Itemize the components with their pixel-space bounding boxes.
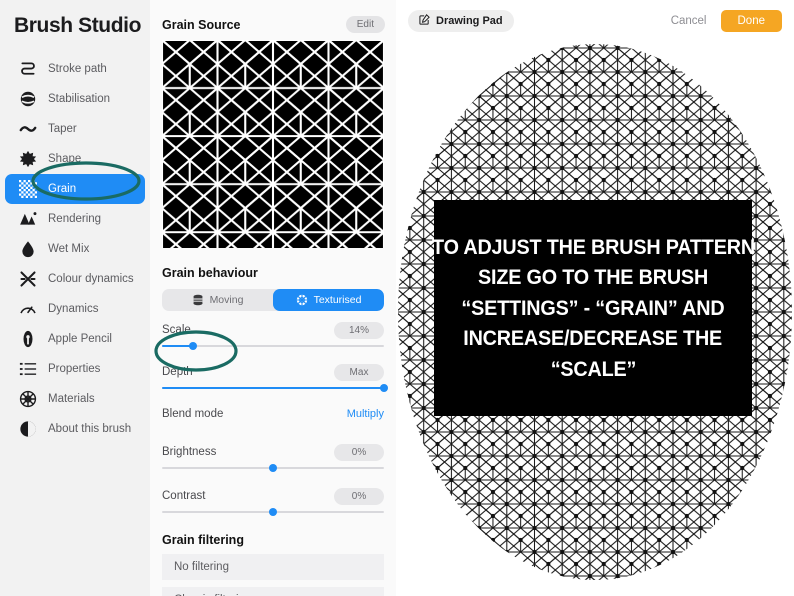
sidebar-item-label: Taper (48, 123, 77, 135)
segment-texturised[interactable]: Texturised (273, 289, 384, 311)
scale-knob[interactable] (189, 342, 198, 350)
depth-track[interactable] (162, 384, 388, 392)
sidebar-item-materials[interactable]: Materials (5, 384, 145, 414)
scale-track[interactable] (162, 342, 384, 350)
grain-behaviour-segmented-control[interactable]: Moving Texturised (162, 289, 384, 311)
sidebar-item-stroke-path[interactable]: Stroke path (5, 54, 145, 84)
segment-texturised-label: Texturised (313, 294, 362, 306)
contrast-track[interactable] (162, 508, 384, 516)
rendering-icon (19, 210, 37, 228)
sidebar-item-label: Grain (48, 183, 77, 195)
sidebar-item-properties[interactable]: Properties (5, 354, 145, 384)
sidebar-item-label: Materials (48, 393, 95, 405)
blend-mode-row[interactable]: Blend mode Multiply (162, 401, 384, 427)
sidebar-item-wet-mix[interactable]: Wet Mix (5, 234, 145, 264)
grain-behaviour-title: Grain behaviour (162, 266, 258, 280)
brightness-label: Brightness (162, 446, 217, 458)
shape-icon (19, 150, 37, 168)
drawing-pad-label: Drawing Pad (436, 15, 503, 27)
grain-source-preview[interactable] (162, 40, 384, 248)
sidebar-item-label: Properties (48, 363, 101, 375)
sidebar-item-label: Colour dynamics (48, 273, 134, 285)
stroke-path-icon (19, 60, 37, 78)
sidebar-item-colour-dynamics[interactable]: Colour dynamics (5, 264, 145, 294)
callout-line: TO ADJUST THE BRUSH PATTERN (431, 234, 755, 259)
filter-option-classic-filtering[interactable]: Classic filtering (162, 587, 384, 596)
sidebar-item-stabilisation[interactable]: Stabilisation (5, 84, 145, 114)
sidebar-item-rendering[interactable]: Rendering (5, 204, 145, 234)
sidebar-item-label: Dynamics (48, 303, 99, 315)
contrast-knob[interactable] (269, 508, 277, 516)
pencil-square-icon (419, 14, 430, 28)
filter-option-no-filtering[interactable]: No filtering (162, 554, 384, 580)
sidebar-item-label: Apple Pencil (48, 333, 112, 345)
scale-label: Scale (162, 324, 191, 336)
sidebar: Brush Studio Stroke path Stabilisation Tap… (0, 0, 150, 596)
brush-studio-window: Brush Studio Stroke path Stabilisation Tap… (0, 0, 794, 596)
moving-icon (192, 294, 204, 306)
drawing-preview-panel: TO ADJUST THE BRUSH PATTERN SIZE GO TO T… (396, 0, 794, 596)
cancel-button[interactable]: Cancel (671, 15, 707, 27)
blend-mode-label: Blend mode (162, 408, 224, 420)
callout-line: “SCALE” (550, 356, 636, 381)
brightness-slider-row[interactable]: Brightness 0% (162, 439, 384, 472)
filter-option-label: No filtering (174, 561, 229, 573)
sidebar-item-label: Stroke path (48, 63, 107, 75)
callout-line: INCREASE/DECREASE THE (463, 326, 723, 351)
stabilisation-icon (19, 90, 37, 108)
scale-slider-row[interactable]: Scale 14% (162, 317, 384, 350)
blend-mode-value[interactable]: Multiply (347, 408, 384, 420)
segment-moving[interactable]: Moving (162, 289, 273, 311)
sidebar-item-about-this-brush[interactable]: About this brush (5, 414, 145, 444)
sidebar-item-label: Shape (48, 153, 82, 165)
edit-button[interactable]: Edit (345, 16, 385, 33)
sidebar-item-label: Stabilisation (48, 93, 111, 105)
depth-value: Max (334, 363, 384, 381)
depth-knob[interactable] (380, 384, 388, 392)
taper-icon (19, 120, 37, 138)
scale-value: 14% (334, 321, 384, 339)
grain-source-header: Grain Source Edit (150, 0, 396, 33)
callout-line: “SETTINGS” - “GRAIN” AND (461, 295, 725, 320)
sidebar-item-label: About this brush (48, 423, 132, 435)
sidebar-item-dynamics[interactable]: Dynamics (5, 294, 145, 324)
preview-toolbar: Drawing Pad Cancel Done (396, 0, 794, 42)
brightness-knob[interactable] (269, 464, 277, 472)
sidebar-item-label: Rendering (48, 213, 102, 225)
grain-icon (19, 180, 37, 198)
grain-settings-panel: Grain Source Edit Grain behaviour Moving… (150, 0, 396, 596)
contrast-label: Contrast (162, 490, 206, 502)
asanoha-pattern-preview (162, 40, 384, 248)
page-title: Brush Studio (14, 14, 142, 37)
grain-filtering-title: Grain filtering (162, 533, 244, 547)
grain-source-title: Grain Source (162, 17, 241, 32)
depth-label: Depth (162, 366, 193, 378)
apple-pencil-icon (19, 330, 37, 348)
about-icon (19, 420, 37, 438)
sidebar-nav: Stroke path Stabilisation Taper Shape Grain R… (0, 54, 150, 444)
instruction-callout: TO ADJUST THE BRUSH PATTERN SIZE GO TO T… (431, 200, 755, 416)
drawing-pad-button[interactable]: Drawing Pad (408, 10, 514, 32)
contrast-value: 0% (334, 487, 384, 505)
done-button[interactable]: Done (720, 10, 782, 32)
sidebar-item-taper[interactable]: Taper (5, 114, 145, 144)
brightness-value: 0% (334, 443, 384, 461)
brightness-track[interactable] (162, 464, 384, 472)
texturised-icon (296, 294, 308, 306)
wet-mix-icon (19, 240, 37, 258)
sidebar-item-label: Wet Mix (48, 243, 90, 255)
segment-moving-label: Moving (209, 294, 244, 306)
callout-line: SIZE GO TO THE BRUSH (477, 265, 709, 290)
colour-dynamics-icon (19, 270, 37, 288)
materials-icon (19, 390, 37, 408)
contrast-slider-row[interactable]: Contrast 0% (162, 483, 384, 516)
sidebar-item-apple-pencil[interactable]: Apple Pencil (5, 324, 145, 354)
depth-slider-row[interactable]: Depth Max (162, 359, 388, 392)
sidebar-item-grain[interactable]: Grain (5, 174, 145, 204)
dynamics-icon (19, 300, 37, 318)
sidebar-item-shape[interactable]: Shape (5, 144, 145, 174)
properties-icon (19, 360, 37, 378)
